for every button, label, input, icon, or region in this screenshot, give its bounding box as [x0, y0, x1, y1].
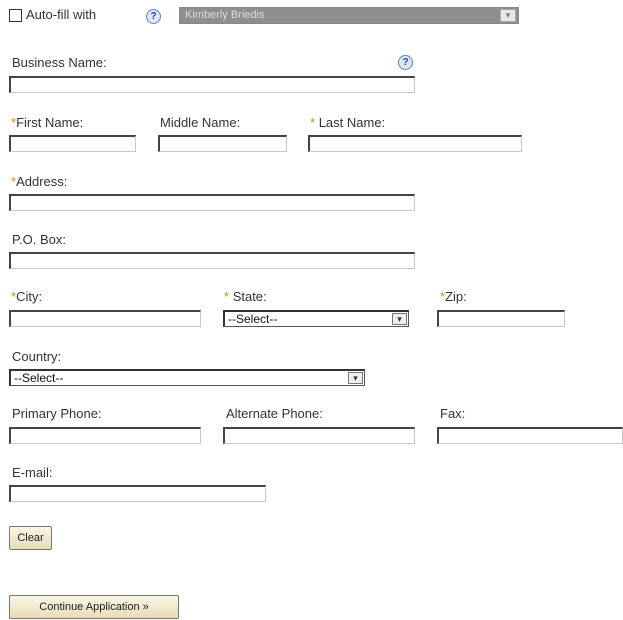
country-label: Country: — [12, 349, 62, 364]
country-select[interactable]: --Select-- ▾ — [9, 369, 365, 386]
help-icon[interactable]: ? — [398, 55, 413, 70]
autofill-selected-value: Kimberly Briedis — [185, 9, 265, 21]
first-name-label: *First Name: — [11, 115, 84, 130]
address-input[interactable] — [9, 194, 415, 211]
primary-phone-label: Primary Phone: — [12, 406, 102, 421]
last-name-input[interactable] — [308, 135, 522, 152]
middle-name-input[interactable] — [158, 135, 287, 152]
help-icon[interactable]: ? — [146, 9, 161, 24]
first-name-input[interactable] — [9, 135, 136, 152]
email-label: E-mail: — [12, 465, 53, 480]
chevron-down-icon: ▾ — [392, 313, 407, 325]
alternate-phone-input[interactable] — [223, 427, 415, 444]
city-label: *City: — [11, 289, 43, 304]
email-input[interactable] — [9, 485, 266, 502]
chevron-down-icon: ▾ — [500, 9, 516, 22]
state-label: * State: — [224, 289, 267, 304]
chevron-down-icon: ▾ — [348, 372, 363, 384]
state-selected-value: --Select-- — [228, 312, 278, 326]
business-name-input[interactable] — [9, 76, 415, 93]
business-name-label: Business Name: — [12, 55, 107, 70]
po-box-label: P.O. Box: — [12, 232, 66, 247]
country-selected-value: --Select-- — [14, 371, 64, 385]
alternate-phone-label: Alternate Phone: — [226, 406, 323, 421]
autofill-checkbox[interactable] — [9, 9, 22, 22]
fax-label: Fax: — [440, 406, 466, 421]
autofill-label: Auto-fill with — [26, 7, 97, 22]
state-select[interactable]: --Select-- ▾ — [223, 310, 409, 327]
address-label: *Address: — [11, 174, 68, 189]
primary-phone-input[interactable] — [9, 427, 201, 444]
last-name-label: * Last Name: — [310, 115, 386, 130]
po-box-input[interactable] — [9, 252, 415, 269]
continue-application-button[interactable]: Continue Application » — [9, 595, 179, 619]
clear-button[interactable]: Clear — [9, 526, 52, 550]
middle-name-label: Middle Name: — [160, 115, 241, 130]
city-input[interactable] — [9, 310, 201, 327]
zip-input[interactable] — [437, 310, 565, 327]
fax-input[interactable] — [437, 427, 623, 444]
zip-label: *Zip: — [440, 289, 467, 304]
autofill-select[interactable]: Kimberly Briedis ▾ — [179, 7, 519, 24]
